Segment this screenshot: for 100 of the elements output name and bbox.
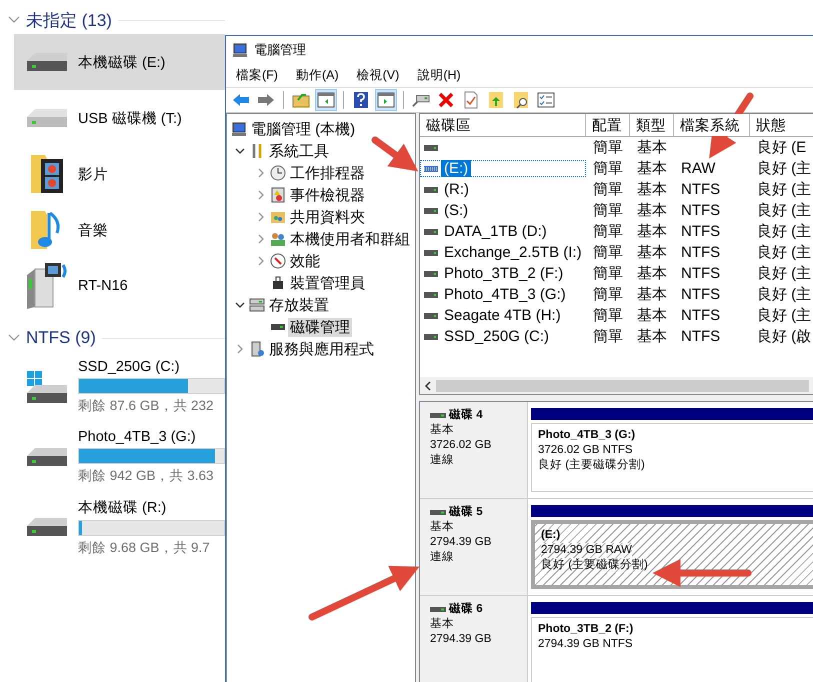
table-cell-text: NTFS	[680, 286, 722, 303]
item-name: 本機磁碟 (E:)	[78, 54, 166, 72]
film-folder-icon	[31, 155, 63, 193]
scroll-left-icon[interactable]	[424, 380, 432, 390]
table-cell-text: 良好 (主	[756, 264, 812, 283]
tree-item[interactable]: 效能	[288, 252, 322, 270]
computer-icon	[232, 42, 248, 58]
computer-icon	[231, 121, 247, 137]
collapse-chevron-icon[interactable]	[8, 16, 20, 24]
scrollbar-thumb[interactable]	[436, 380, 809, 392]
volume-name: Seagate 4TB (H:)	[443, 307, 562, 324]
left-arrow-icon	[232, 93, 250, 107]
tree-item[interactable]: 電腦管理 (本機)	[249, 120, 358, 138]
collapse-chevron-icon[interactable]	[8, 334, 20, 342]
item-name: 音樂	[78, 222, 109, 240]
disk-type: 基本	[430, 423, 455, 438]
volume-name: DATA_1TB (D:)	[443, 223, 548, 240]
volume-name-cell[interactable]: Exchange_2.5TB (I:)	[420, 244, 586, 261]
tree-item[interactable]: 事件檢視器	[288, 186, 367, 204]
volume-name-cell[interactable]: SSD_250G (C:)	[420, 328, 586, 345]
volume-name-cell[interactable]: (E:)	[420, 160, 586, 177]
group-header: 未指定 (13)	[26, 10, 112, 32]
volume-name-cell[interactable]: Seagate 4TB (H:)	[420, 307, 586, 324]
volume-name-cell[interactable]: (R:)	[420, 181, 586, 198]
disk-size: 2794.39 GB	[430, 632, 492, 647]
table-cell-text: NTFS	[680, 328, 722, 345]
tree-item[interactable]: 存放裝置	[267, 296, 331, 314]
gauge-icon	[270, 253, 286, 269]
table-cell-text: 簡單	[592, 138, 624, 157]
tree-item[interactable]: 工作排程器	[288, 164, 367, 182]
partition-text: 2794.39 GB RAW	[541, 543, 632, 558]
table-cell-text: 簡單	[592, 222, 624, 241]
toolbar-button[interactable]	[375, 89, 397, 111]
volume-name-cell[interactable]: Photo_4TB_3 (G:)	[420, 286, 586, 303]
device-icon	[270, 275, 286, 291]
drive-item[interactable]: 影片	[14, 146, 225, 202]
tree-item[interactable]: 本機使用者和群組	[288, 230, 412, 248]
media-server-icon	[27, 262, 67, 310]
shared-folder-icon	[270, 209, 286, 225]
services-icon	[249, 341, 265, 357]
drive-item[interactable]: 本機磁碟 (E:)	[14, 34, 225, 90]
volume-name-cell[interactable]: Photo_3TB_2 (F:)	[420, 265, 586, 282]
table-cell-text: 簡單	[592, 264, 624, 283]
table-cell-text: 良好 (主	[756, 243, 812, 262]
drive-item[interactable]: SSD_250G (C:) 剩餘 87.6 GB，共 232	[14, 352, 225, 422]
drive-item[interactable]: 本機磁碟 (R:) 剩餘 9.68 GB，共 9.7	[14, 492, 225, 562]
annotation-arrow	[372, 136, 418, 172]
partition-block[interactable]: Photo_3TB_2 (F:) 2794.39 GB NTFS	[531, 617, 813, 682]
table-cell-text: 簡單	[592, 180, 624, 199]
log-book-icon	[270, 187, 286, 203]
drive-item[interactable]: 音樂	[14, 202, 225, 258]
volume-icon	[424, 206, 438, 214]
group-header: NTFS (9)	[26, 328, 96, 348]
table-cell-text: 良好 (主	[756, 201, 812, 220]
partition-text: 良好 (主要磁碟分割)	[538, 458, 645, 473]
menu-item[interactable]: 檔案(F)	[236, 66, 278, 84]
volume-icon	[424, 312, 438, 320]
table-cell-text: 簡單	[592, 243, 624, 262]
drive-item[interactable]: RT-N16	[14, 258, 225, 314]
tree-item[interactable]: 磁碟管理	[288, 318, 352, 336]
disk-size: 2794.39 GB	[430, 535, 492, 550]
volume-name: Photo_4TB_3 (G:)	[443, 286, 567, 303]
table-cell-text: NTFS	[680, 307, 722, 324]
volume-icon	[424, 332, 438, 340]
item-name: 影片	[78, 166, 109, 184]
menu-item[interactable]: 動作(A)	[296, 66, 339, 84]
checklist-icon	[537, 92, 555, 108]
tree-item[interactable]: 裝置管理員	[288, 274, 367, 292]
partition-block[interactable]: (E:) 2794.39 GB RAW 良好 (主要磁碟分割)	[531, 520, 813, 589]
table-cell-text: 良好 (主	[756, 180, 812, 199]
window-title: 電腦管理	[254, 40, 306, 58]
table-cell-text: 簡單	[592, 327, 624, 346]
disk-name: 磁碟 6	[449, 602, 483, 617]
table-cell-text: 良好 (主	[756, 285, 812, 304]
table-cell-text: 基本	[636, 243, 668, 262]
disk-name: 磁碟 4	[449, 408, 483, 423]
table-cell-text: 簡單	[592, 306, 624, 325]
table-cell-text: 基本	[636, 138, 668, 157]
item-name: SSD_250G (C:)	[78, 359, 181, 375]
usb-drive-icon	[27, 109, 67, 127]
menu-item[interactable]: 說明(H)	[417, 66, 461, 84]
partition-block[interactable]: Photo_4TB_3 (G:) 3726.02 GB NTFS 良好 (主要磁碟分割)	[531, 423, 813, 492]
volume-name-cell[interactable]: DATA_1TB (D:)	[420, 223, 586, 240]
partition-text: 良好 (主要磁碟分割)	[541, 558, 648, 573]
toolbar-button[interactable]	[315, 89, 337, 111]
table-cell-text: 基本	[636, 264, 668, 283]
table-cell-text: 良好 (啟	[756, 327, 812, 346]
disk-type: 基本	[430, 520, 455, 535]
table-cell-text: 良好 (E	[756, 138, 808, 157]
table-cell-text: 基本	[636, 222, 668, 241]
tree-item[interactable]: 系統工具	[267, 142, 331, 160]
menu-item[interactable]: 檢視(V)	[356, 66, 400, 84]
computer-connect-icon	[412, 92, 430, 108]
tree-item[interactable]: 共用資料夾	[288, 208, 367, 226]
volume-name: (E:)	[441, 160, 472, 177]
volume-name-cell[interactable]: (S:)	[420, 202, 586, 219]
drive-item[interactable]: USB 磁碟機 (T:)	[14, 90, 225, 146]
tree-item[interactable]: 服務與應用程式	[267, 340, 376, 358]
table-cell-text: 良好 (主	[756, 222, 812, 241]
drive-item[interactable]: Photo_4TB_3 (G:) 剩餘 942 GB，共 3.63	[14, 422, 225, 492]
